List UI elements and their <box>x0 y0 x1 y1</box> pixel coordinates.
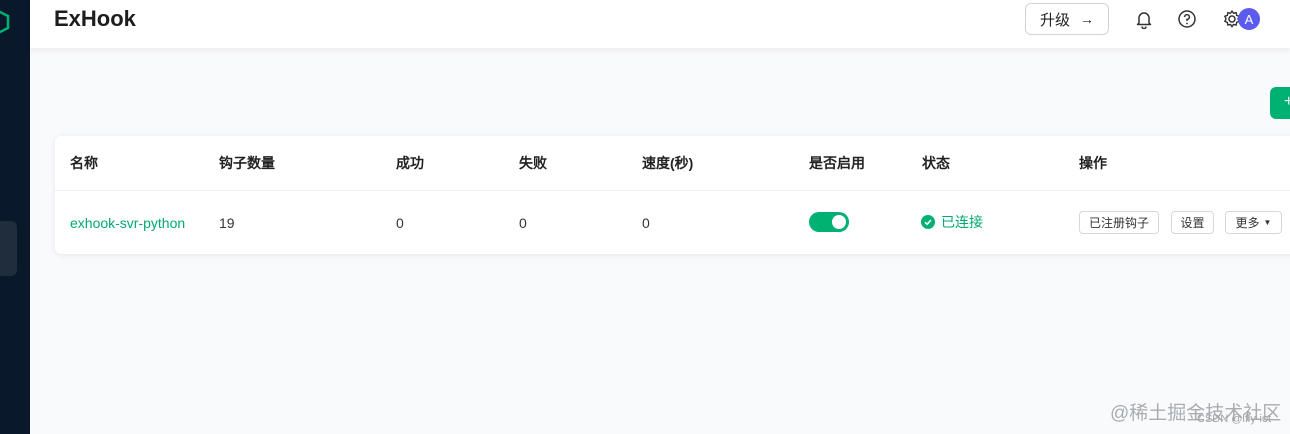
column-header-hooks: 钩子数量 <box>219 155 275 171</box>
create-button[interactable]: + <box>1270 87 1290 119</box>
upgrade-button[interactable]: 升级 → <box>1025 3 1109 35</box>
hooks-count: 19 <box>219 215 235 231</box>
top-header: ExHook 升级 → A <box>30 0 1290 48</box>
exhook-name-link[interactable]: exhook-svr-python <box>70 215 185 231</box>
more-button[interactable]: 更多 ▼ <box>1225 211 1282 234</box>
registered-hooks-button[interactable]: 已注册钩子 <box>1079 211 1159 234</box>
check-circle-icon <box>921 215 935 229</box>
page-title: ExHook <box>54 6 136 31</box>
caret-down-icon: ▼ <box>1263 218 1272 227</box>
sidebar <box>0 0 30 434</box>
upgrade-label: 升级 <box>1039 11 1070 29</box>
more-label: 更多 <box>1235 216 1260 230</box>
success-count: 0 <box>396 215 404 231</box>
help-icon[interactable] <box>1176 8 1198 30</box>
column-header-status: 状态 <box>922 155 950 171</box>
status-badge: 已连接 <box>921 212 983 232</box>
sidebar-item-active[interactable] <box>0 221 17 276</box>
column-header-success: 成功 <box>396 155 424 171</box>
column-header-actions: 操作 <box>1079 155 1107 171</box>
bell-icon[interactable] <box>1133 8 1155 30</box>
exhook-table: 名称 钩子数量 成功 失败 速度(秒) 是否启用 状态 操作 exhook-sv… <box>55 136 1290 254</box>
settings-button[interactable]: 设置 <box>1171 211 1214 234</box>
table-divider <box>55 190 1290 191</box>
enable-toggle[interactable] <box>809 212 849 232</box>
failed-count: 0 <box>519 215 527 231</box>
csdn-watermark: CSDN @lfly-iot <box>1197 413 1272 425</box>
toggle-knob <box>832 215 846 229</box>
column-header-speed: 速度(秒) <box>642 155 694 171</box>
column-header-failed: 失败 <box>519 155 547 171</box>
column-header-name: 名称 <box>70 155 98 171</box>
emqx-logo-icon <box>0 10 10 34</box>
speed-value: 0 <box>642 215 650 231</box>
user-avatar[interactable]: A <box>1238 8 1260 30</box>
column-header-enabled: 是否启用 <box>809 155 865 171</box>
status-text: 已连接 <box>941 214 983 230</box>
arrow-right-icon: → <box>1080 11 1094 27</box>
